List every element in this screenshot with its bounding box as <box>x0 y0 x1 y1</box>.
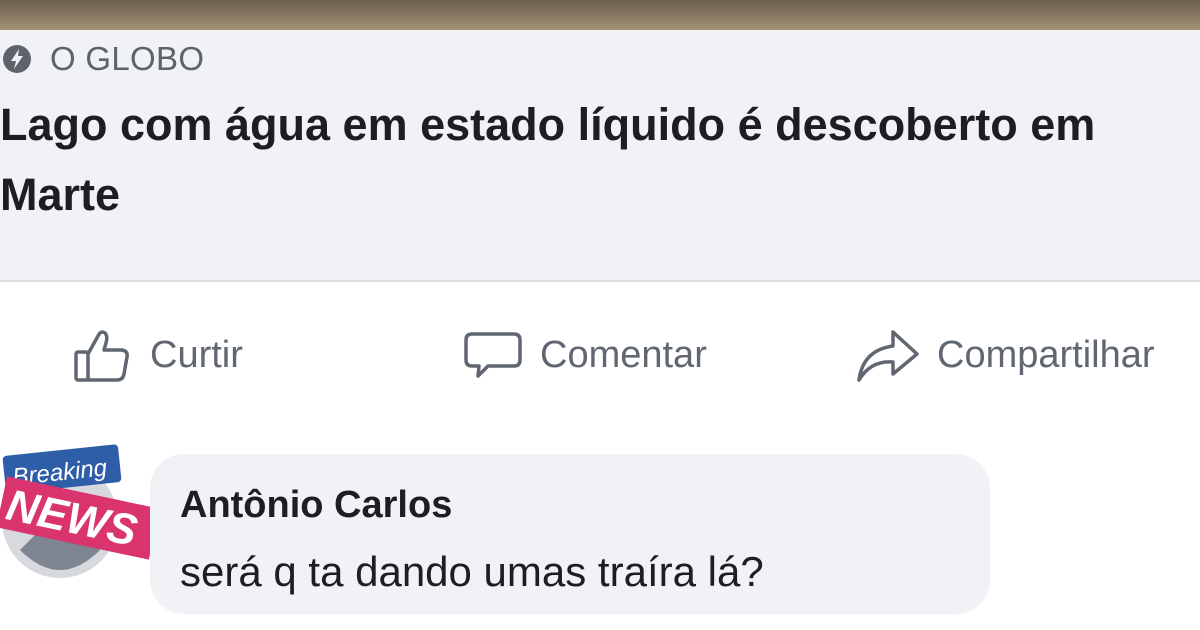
photo-top-strip <box>0 0 1200 30</box>
speech-bubble-icon <box>462 324 524 386</box>
like-label: Curtir <box>150 333 243 376</box>
article-source: O GLOBO <box>0 40 205 77</box>
comment-button[interactable]: Comentar <box>462 310 707 400</box>
comment-bubble[interactable]: Antônio Carlos será q ta dando umas traí… <box>150 454 990 614</box>
bolt-circle-icon <box>0 42 34 76</box>
source-label: O GLOBO <box>50 40 205 77</box>
thumbs-up-icon <box>72 324 134 386</box>
comment-label: Comentar <box>540 333 707 376</box>
comment-item: Breaking NEWS Antônio Carlos será q ta d… <box>0 440 1200 630</box>
like-button[interactable]: Curtir <box>72 310 243 400</box>
avatar[interactable]: Breaking NEWS <box>0 440 160 590</box>
article-headline[interactable]: Lago com água em estado líquido é descob… <box>0 90 1180 230</box>
share-label: Compartilhar <box>937 333 1155 376</box>
post-action-bar: Curtir Comentar Compartilhar <box>0 310 1200 400</box>
comment-text: será q ta dando umas traíra lá? <box>180 548 764 595</box>
comment-author[interactable]: Antônio Carlos <box>180 484 452 527</box>
share-arrow-icon <box>855 324 921 386</box>
share-button[interactable]: Compartilhar <box>855 310 1155 400</box>
